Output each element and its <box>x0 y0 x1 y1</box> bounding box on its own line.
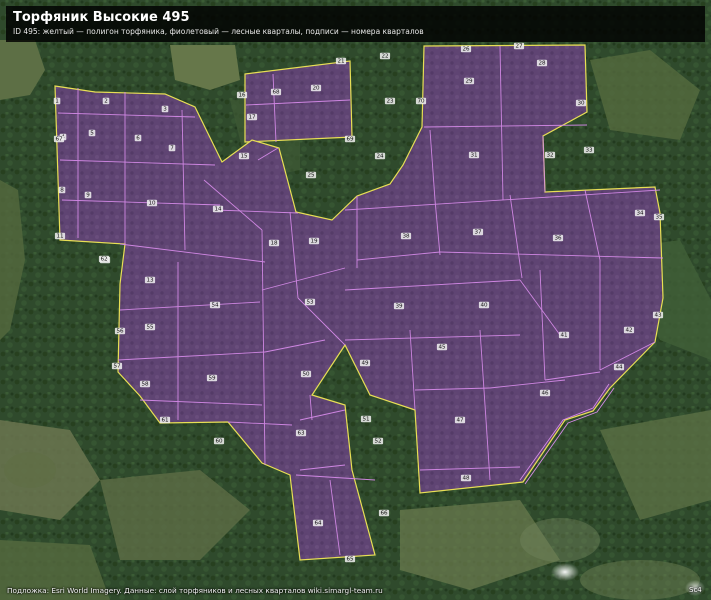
map-attribution: Подложка: Esri World Imagery. Данные: сл… <box>7 586 383 595</box>
quarter-label: 51 <box>362 416 370 422</box>
page-title: Торфяник Высокие 495 <box>13 10 190 25</box>
quarter-label: 57 <box>113 363 121 369</box>
quarter-label: 7 <box>170 145 174 151</box>
quarter-label: 5 <box>90 130 94 136</box>
quarter-label: 22 <box>381 53 388 59</box>
quarter-label: 10 <box>148 200 156 206</box>
quarter-label: 35 <box>655 214 663 220</box>
quarter-label: 58 <box>141 381 149 387</box>
quarter-label: 28 <box>538 60 546 66</box>
quarter-label: 40 <box>480 302 488 308</box>
quarter-label: 67 <box>55 136 63 142</box>
quarter-label: 13 <box>146 277 154 283</box>
quarter-label: 6 <box>136 135 140 141</box>
peat-polygon-small-north[interactable] <box>244 60 353 143</box>
quarter-label: 17 <box>248 114 256 120</box>
page-subtitle: ID 495: желтый — полигон торфяника, фиол… <box>13 27 424 36</box>
quarter-label: 68 <box>272 89 280 95</box>
quarter-label: 44 <box>615 364 623 370</box>
quarter-label: 62 <box>100 256 107 262</box>
map-canvas[interactable]: 1234567891011121314151617181920212223242… <box>0 0 711 600</box>
quarter-label: 42 <box>625 327 632 333</box>
quarter-label: 39 <box>395 303 403 309</box>
quarter-label: 31 <box>470 152 478 158</box>
quarter-label: 38 <box>402 233 410 239</box>
quarter-label: 29 <box>465 78 473 84</box>
quarter-label: 52 <box>374 438 381 444</box>
quarter-label: 26 <box>462 46 470 52</box>
quarter-label: 69 <box>346 136 354 142</box>
quarter-label: 3 <box>163 106 167 112</box>
quarter-label: 53 <box>306 299 314 305</box>
quarter-label: 18 <box>270 240 278 246</box>
quarter-label: 32 <box>546 152 553 158</box>
quarter-label: 64 <box>314 520 322 526</box>
quarter-label: 41 <box>560 332 568 338</box>
quarter-label: 47 <box>456 417 464 423</box>
quarter-label: 49 <box>361 360 369 366</box>
quarter-label: 37 <box>474 229 482 235</box>
quarter-label: 15 <box>240 153 248 159</box>
quarter-label: 43 <box>654 312 662 318</box>
quarter-label: 65 <box>346 556 354 562</box>
quarter-label: 2 <box>104 98 108 104</box>
quarter-label: 56 <box>116 328 124 334</box>
quarter-label: 14 <box>214 206 222 212</box>
quarter-label: 25 <box>307 172 315 178</box>
quarter-label: 20 <box>312 85 320 91</box>
quarter-label: 45 <box>438 344 446 350</box>
quarter-label: 36 <box>554 235 562 241</box>
quarter-label: 19 <box>310 238 318 244</box>
quarter-label: 24 <box>376 153 384 159</box>
quarter-label: 48 <box>462 475 470 481</box>
quarter-label: 50 <box>302 371 310 377</box>
quarter-label: 33 <box>585 147 593 153</box>
quarter-label: 11 <box>56 233 64 239</box>
quarter-label: 27 <box>515 43 523 49</box>
quarter-label: 66 <box>380 510 388 516</box>
scale-mark: Sc4 <box>689 586 702 594</box>
quarter-label: 30 <box>577 100 585 106</box>
quarter-label: 9 <box>86 192 90 198</box>
quarter-label: 21 <box>337 58 345 64</box>
quarter-label: 16 <box>238 92 246 98</box>
title-panel: Торфяник Высокие 495 ID 495: желтый — по… <box>6 6 705 42</box>
quarter-label: 70 <box>417 98 425 104</box>
quarter-label: 46 <box>541 390 549 396</box>
quarter-label: 8 <box>60 187 64 193</box>
quarter-label: 1 <box>55 98 59 104</box>
satellite-map[interactable]: 1234567891011121314151617181920212223242… <box>0 0 711 600</box>
quarter-label: 60 <box>215 438 223 444</box>
quarter-label: 61 <box>161 417 169 423</box>
quarter-label: 59 <box>208 375 216 381</box>
quarter-label: 23 <box>386 98 394 104</box>
quarter-label: 63 <box>297 430 305 436</box>
quarter-label: 54 <box>211 302 219 308</box>
quarter-label: 55 <box>146 324 154 330</box>
quarter-label: 34 <box>636 210 644 216</box>
